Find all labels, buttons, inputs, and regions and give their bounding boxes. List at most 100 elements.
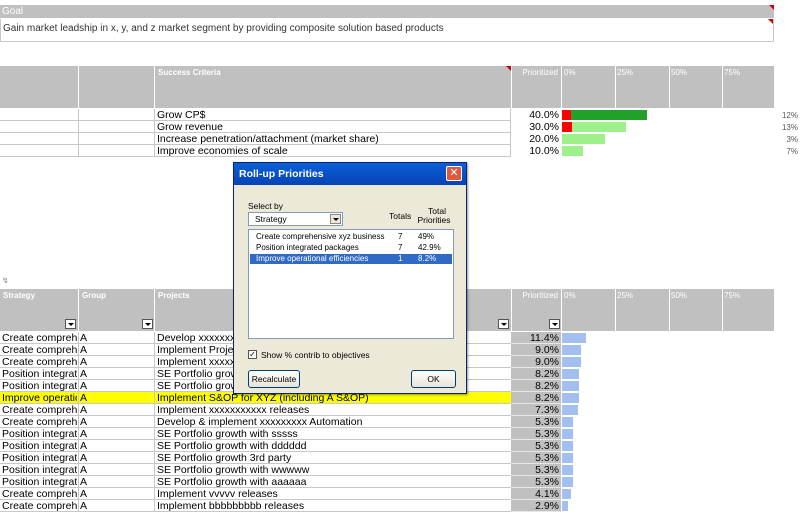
group-cell[interactable]: A bbox=[79, 392, 153, 404]
cell-border bbox=[154, 416, 155, 428]
cell-border bbox=[154, 356, 155, 368]
success-criterion-label[interactable]: Grow CP$ bbox=[156, 109, 510, 121]
strategy-cell[interactable]: Create comprehen bbox=[1, 404, 77, 416]
list-item[interactable]: Create comprehensive xyz business 7 49% bbox=[250, 232, 452, 242]
projects-filter-button[interactable] bbox=[498, 319, 509, 329]
group-cell[interactable]: A bbox=[79, 452, 153, 464]
group-cell[interactable]: A bbox=[79, 404, 153, 416]
priority-bar bbox=[562, 465, 573, 475]
project-pct: 5.3% bbox=[511, 452, 561, 464]
success-criterion-label[interactable]: Grow revenue bbox=[156, 121, 510, 133]
strategy-cell[interactable]: Create comprehen bbox=[1, 356, 77, 368]
scale-tick-label: 75% bbox=[724, 68, 741, 77]
cell-border bbox=[154, 464, 155, 476]
scale-gridline bbox=[669, 66, 670, 108]
success-criterion-label[interactable]: Improve economies of scale bbox=[156, 145, 510, 157]
group-cell[interactable]: A bbox=[79, 476, 153, 488]
success-criterion-label[interactable]: Increase penetration/attachment (market … bbox=[156, 133, 510, 145]
select-by-dropdown[interactable]: Strategy bbox=[248, 212, 343, 226]
projects-prioritized-header-label: Prioritized bbox=[522, 291, 558, 300]
group-cell[interactable]: A bbox=[79, 416, 153, 428]
prioritized-filter-button[interactable] bbox=[549, 319, 560, 329]
group-cell[interactable]: A bbox=[79, 464, 153, 476]
total-priorities-label-2: Priorities bbox=[417, 215, 451, 225]
strategy-cell[interactable]: Position integrated bbox=[1, 452, 77, 464]
strategy-cell[interactable]: Position integrated bbox=[1, 368, 77, 380]
recalculate-button[interactable]: Recalculate bbox=[248, 370, 300, 388]
cell-border bbox=[154, 428, 155, 440]
group-header-label: Group bbox=[82, 291, 106, 300]
project-pct: 5.3% bbox=[511, 440, 561, 452]
strategy-cell[interactable]: Position integrated bbox=[1, 476, 77, 488]
project-pct: 5.3% bbox=[511, 464, 561, 476]
rollup-list[interactable]: Create comprehensive xyz business 7 49% Pos… bbox=[248, 229, 454, 339]
show-contrib-label: Show % contrib to objectives bbox=[261, 350, 370, 360]
goal-text-box[interactable]: Gain market leadship in x, y, and z mark… bbox=[0, 19, 774, 42]
list-item-total: 7 bbox=[398, 243, 403, 252]
priority-bar bbox=[562, 333, 586, 343]
select-by-value: Strategy bbox=[255, 214, 287, 224]
strategy-cell[interactable]: Position integrated bbox=[1, 428, 77, 440]
list-item-name: Improve operational efficiencies bbox=[256, 254, 369, 263]
project-cell[interactable]: Implement xxxxxxxxxxx releases bbox=[156, 404, 510, 416]
scale-tick-label: 25% bbox=[617, 68, 634, 77]
strategy-cell[interactable]: Position integrated bbox=[1, 440, 77, 452]
strategy-cell[interactable]: Improve operationa bbox=[1, 392, 77, 404]
ok-button[interactable]: OK bbox=[411, 370, 456, 388]
strategy-cell[interactable]: Position integrated bbox=[1, 380, 77, 392]
scale-tick-label: 50% bbox=[671, 68, 688, 77]
group-cell[interactable]: A bbox=[79, 380, 153, 392]
dialog-title-bar[interactable]: Roll-up Priorities bbox=[234, 163, 466, 185]
strategy-cell[interactable]: Create comprehen bbox=[1, 416, 77, 428]
group-cell[interactable]: A bbox=[79, 488, 153, 500]
project-cell[interactable]: Implement vvvvv releases bbox=[156, 488, 510, 500]
chevron-down-icon[interactable] bbox=[330, 214, 341, 224]
scale-tick-label: 0% bbox=[564, 68, 576, 77]
group-cell[interactable]: A bbox=[79, 356, 153, 368]
group-cell[interactable]: A bbox=[79, 440, 153, 452]
rollup-priorities-dialog: Roll-up Priorities ✕ Select by Totals To… bbox=[233, 162, 467, 394]
cell-border bbox=[78, 121, 79, 133]
contrib-bar bbox=[562, 110, 571, 120]
group-filter-button[interactable] bbox=[142, 319, 153, 329]
list-item-name: Create comprehensive xyz business bbox=[256, 232, 385, 241]
strategy-cell[interactable]: Create comprehen bbox=[1, 500, 77, 512]
strategy-cell[interactable]: Create comprehen bbox=[1, 344, 77, 356]
priority-bar bbox=[562, 345, 581, 355]
priority-bar bbox=[562, 134, 605, 144]
strategy-cell[interactable]: Position integrated bbox=[1, 464, 77, 476]
priority-bar bbox=[562, 489, 571, 499]
project-cell[interactable]: SE Portfolio growth with wwwww bbox=[156, 464, 510, 476]
group-cell[interactable]: A bbox=[79, 332, 153, 344]
list-item[interactable]: Position integrated packages 7 42.9% bbox=[250, 243, 452, 253]
group-cell[interactable]: A bbox=[79, 500, 153, 512]
project-cell[interactable]: Develop & implement xxxxxxxxx Automation bbox=[156, 416, 510, 428]
strategy-cell[interactable]: Create comprehen bbox=[1, 332, 77, 344]
dialog-title: Roll-up Priorities bbox=[239, 168, 324, 180]
strategy-cell[interactable]: Create comprehen bbox=[1, 488, 77, 500]
project-cell[interactable]: SE Portfolio growth with sssss bbox=[156, 428, 510, 440]
success-criterion-pct: 20.0% bbox=[529, 133, 559, 145]
group-cell[interactable]: A bbox=[79, 428, 153, 440]
select-by-label: Select by bbox=[248, 201, 283, 211]
project-cell[interactable]: Implement bbbbbbbbb releases bbox=[156, 500, 510, 512]
priority-bar bbox=[562, 405, 578, 415]
group-cell[interactable]: A bbox=[79, 344, 153, 356]
project-pct: 9.0% bbox=[511, 344, 561, 356]
comment-marker bbox=[769, 5, 774, 10]
success-criterion-pct: 30.0% bbox=[529, 121, 559, 133]
project-pct: 5.3% bbox=[511, 428, 561, 440]
group-cell[interactable]: A bbox=[79, 368, 153, 380]
strategy-filter-button[interactable] bbox=[65, 319, 76, 329]
scale-tick-label: 100% bbox=[777, 68, 798, 77]
scale-tick-label: 25% bbox=[617, 291, 634, 300]
scale-gridline bbox=[615, 289, 616, 331]
project-cell[interactable]: SE Portfolio growth with aaaaaa bbox=[156, 476, 510, 488]
list-item[interactable]: Improve operational efficiencies 1 8.2% bbox=[250, 254, 452, 264]
close-icon[interactable]: ✕ bbox=[446, 166, 462, 181]
project-cell[interactable]: SE Portfolio growth 3rd party bbox=[156, 452, 510, 464]
list-item-priority: 49% bbox=[418, 232, 435, 241]
cell-border bbox=[154, 440, 155, 452]
project-cell[interactable]: SE Portfolio growth with dddddd bbox=[156, 440, 510, 452]
show-contrib-checkbox[interactable]: ✓ bbox=[248, 350, 257, 359]
